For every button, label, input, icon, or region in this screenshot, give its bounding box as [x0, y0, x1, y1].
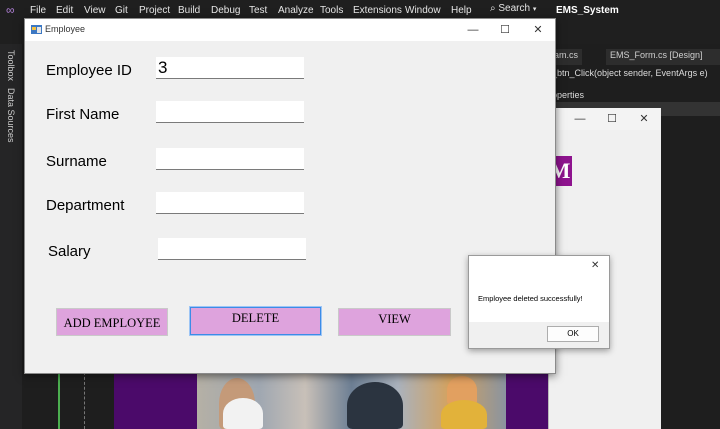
designer-form-titlebar: — ☐ ✕ — [548, 108, 660, 130]
employee-form-titlebar: Employee — ☐ ✕ — [25, 19, 555, 41]
code-line: _btn_Click(object sender, EventArgs e) — [552, 68, 708, 78]
search-icon: ⌕ — [490, 3, 496, 14]
form-app-icon — [31, 25, 42, 34]
menu-git[interactable]: Git — [115, 5, 128, 16]
message-box-content: ✕ Employee deleted successfully! — [469, 256, 609, 322]
properties-label: operties — [552, 90, 585, 100]
office-photo — [197, 372, 506, 429]
close-icon[interactable]: ✕ — [632, 111, 656, 127]
vs-side-panel: Toolbox Data Sources — [0, 44, 22, 429]
view-button[interactable]: VIEW — [338, 308, 451, 336]
visual-studio-logo-icon[interactable]: ∞ — [6, 3, 20, 17]
menu-debug[interactable]: Debug — [211, 5, 240, 16]
delete-button[interactable]: DELETE — [189, 306, 322, 336]
minimize-icon[interactable]: — — [461, 22, 485, 38]
menu-view[interactable]: View — [84, 5, 106, 16]
employee-id-label: Employee ID — [46, 62, 132, 79]
scroll-indicator — [58, 372, 60, 429]
editor-tab-design[interactable]: EMS_Form.cs [Design] — [606, 49, 720, 65]
salary-label: Salary — [48, 243, 91, 260]
first-name-label: First Name — [46, 106, 120, 123]
message-box: ✕ Employee deleted successfully! OK — [468, 255, 610, 349]
menu-project[interactable]: Project — [139, 5, 170, 16]
menu-extensions[interactable]: Extensions — [353, 5, 402, 16]
surname-label: Surname — [46, 153, 107, 170]
chevron-down-icon: ▾ — [532, 6, 537, 13]
add-employee-button[interactable]: ADD EMPLOYEE — [56, 308, 168, 336]
menu-build[interactable]: Build — [178, 5, 200, 16]
menu-window[interactable]: Window — [405, 5, 441, 16]
department-label: Department — [46, 197, 125, 214]
project-name: EMS_System — [556, 5, 619, 16]
message-text: Employee deleted successfully! — [478, 294, 583, 303]
vs-search[interactable]: ⌕ Search ▾ — [490, 3, 536, 14]
menu-analyze[interactable]: Analyze — [278, 5, 314, 16]
maximize-icon[interactable]: ☐ — [600, 111, 624, 127]
surname-input[interactable] — [156, 148, 304, 170]
menu-help[interactable]: Help — [451, 5, 472, 16]
first-name-input[interactable] — [156, 101, 304, 123]
close-icon[interactable]: ✕ — [526, 22, 550, 38]
maximize-icon[interactable]: ☐ — [493, 22, 517, 38]
guide-line — [84, 372, 86, 429]
employee-id-input[interactable]: 3 — [156, 57, 304, 79]
search-label: Search — [498, 3, 531, 14]
close-icon[interactable]: ✕ — [591, 260, 599, 271]
menu-file[interactable]: File — [30, 5, 46, 16]
minimize-icon[interactable]: — — [568, 111, 592, 127]
menu-test[interactable]: Test — [249, 5, 267, 16]
side-tab-toolbox[interactable]: Toolbox — [6, 50, 16, 81]
side-tab-data-sources[interactable]: Data Sources — [6, 88, 16, 143]
salary-input[interactable] — [158, 238, 306, 260]
menu-edit[interactable]: Edit — [56, 5, 73, 16]
employee-form-title: Employee — [45, 24, 86, 34]
department-input[interactable] — [156, 192, 304, 214]
menu-tools[interactable]: Tools — [320, 5, 343, 16]
ok-button[interactable]: OK — [547, 326, 599, 342]
